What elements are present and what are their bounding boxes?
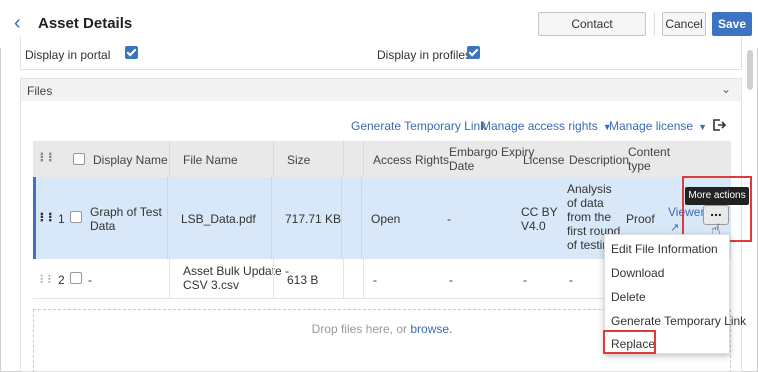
col-license[interactable]: License — [523, 153, 564, 167]
menu-item-delete[interactable]: Delete — [611, 290, 646, 304]
col-divider — [343, 259, 344, 298]
menu-item-download[interactable]: Download — [611, 266, 664, 280]
display-in-portal-checkbox[interactable] — [125, 46, 138, 59]
col-file-name[interactable]: File Name — [183, 153, 238, 167]
row-size: 717.71 KB — [285, 212, 342, 226]
drag-handle-icon[interactable]: ⠇⠇ — [39, 211, 57, 225]
col-display-name[interactable]: Display Name — [93, 153, 168, 167]
col-divider — [363, 141, 364, 177]
export-icon[interactable] — [711, 117, 727, 133]
col-access-rights[interactable]: Access Rights — [373, 153, 449, 167]
row-embargo: - — [447, 212, 451, 226]
row-access: Open — [371, 212, 401, 226]
contact-researcher-button[interactable]: Contact Researcher — [538, 12, 646, 53]
row-license-line2: V4.0 — [521, 219, 546, 233]
col-content-line1[interactable]: Content — [628, 145, 670, 159]
drag-handle-icon: ⠇⠇ — [39, 151, 57, 165]
col-divider — [363, 259, 364, 298]
col-divider — [273, 141, 274, 177]
row-file-name: LSB_Data.pdf — [181, 212, 256, 226]
col-description[interactable]: Description — [569, 153, 629, 167]
row-number: 1 — [58, 212, 65, 226]
row-embargo: - — [449, 273, 453, 287]
col-divider — [167, 177, 168, 259]
row-license: - — [523, 273, 527, 287]
files-panel-header[interactable]: Files ⌄ — [21, 79, 741, 101]
generate-temporary-link-button[interactable]: Generate Temporary Link — [351, 119, 486, 133]
row-content-type: Proof — [626, 212, 655, 226]
vertical-scrollbar[interactable] — [747, 50, 753, 90]
row-file-name-line2: CSV 3.csv — [183, 278, 240, 292]
manage-license-label: Manage license — [609, 119, 694, 133]
caret-down-icon: ▼ — [698, 122, 707, 132]
col-divider — [343, 141, 344, 177]
row-checkbox[interactable] — [70, 272, 82, 284]
col-divider — [341, 177, 342, 259]
external-link-icon[interactable]: ↗ — [670, 221, 679, 235]
display-options-row: Display in portal Display in profiles — [20, 36, 742, 70]
browse-link[interactable]: browse. — [410, 322, 452, 336]
drag-handle-icon[interactable]: ⠇⠇ — [39, 273, 56, 287]
manage-access-rights-label: Manage access rights — [481, 119, 598, 133]
row-checkbox[interactable] — [70, 211, 82, 223]
menu-item-edit-file-information[interactable]: Edit File Information — [611, 242, 718, 256]
chevron-down-icon[interactable]: ⌄ — [721, 82, 731, 96]
save-button[interactable]: Save — [712, 12, 752, 36]
row-number: 2 — [58, 273, 65, 287]
row-license-line1: CC BY — [521, 205, 558, 219]
row-desc-line3: from the — [567, 210, 612, 224]
col-embargo-line2: Date — [449, 159, 475, 173]
col-divider — [361, 177, 362, 259]
row-display-name: - — [88, 273, 92, 287]
dropzone-label: Drop files here, or — [311, 322, 411, 336]
menu-item-generate-temporary-link[interactable]: Generate Temporary Link — [611, 314, 746, 328]
display-in-profiles-label: Display in profiles — [377, 48, 472, 62]
manage-access-rights-dropdown[interactable]: Manage access rights ▼ — [481, 119, 612, 133]
cancel-button[interactable]: Cancel — [662, 12, 706, 36]
files-title: Files — [27, 84, 53, 98]
col-divider — [271, 177, 272, 259]
col-divider — [169, 141, 170, 177]
row-description: - — [569, 273, 573, 287]
row-size: 613 B — [287, 273, 319, 287]
back-chevron-icon[interactable]: ‹ — [14, 13, 30, 34]
page-title: Asset Details — [38, 15, 133, 32]
col-divider — [273, 259, 274, 298]
display-in-portal-label: Display in portal — [25, 48, 111, 62]
col-content-line2: type — [628, 159, 651, 173]
row-access: - — [373, 273, 377, 287]
row-display-name-line1: Graph of Test — [90, 205, 162, 219]
row-desc-line1: Analysis — [567, 182, 612, 196]
highlight-box — [603, 330, 656, 354]
col-embargo-line1[interactable]: Embargo Expiry — [449, 145, 534, 159]
row-display-name-line2: Data — [90, 219, 116, 233]
select-all-checkbox[interactable] — [73, 153, 85, 165]
display-in-profiles-checkbox[interactable] — [467, 46, 480, 59]
manage-license-dropdown[interactable]: Manage license ▼ — [609, 119, 707, 133]
col-size[interactable]: Size — [287, 153, 310, 167]
header-divider — [654, 12, 655, 36]
files-table-header: ⠇⠇ Display Name File Name Size Access Ri… — [33, 141, 731, 177]
row-desc-line2: of data — [567, 196, 604, 210]
col-divider — [169, 259, 170, 298]
